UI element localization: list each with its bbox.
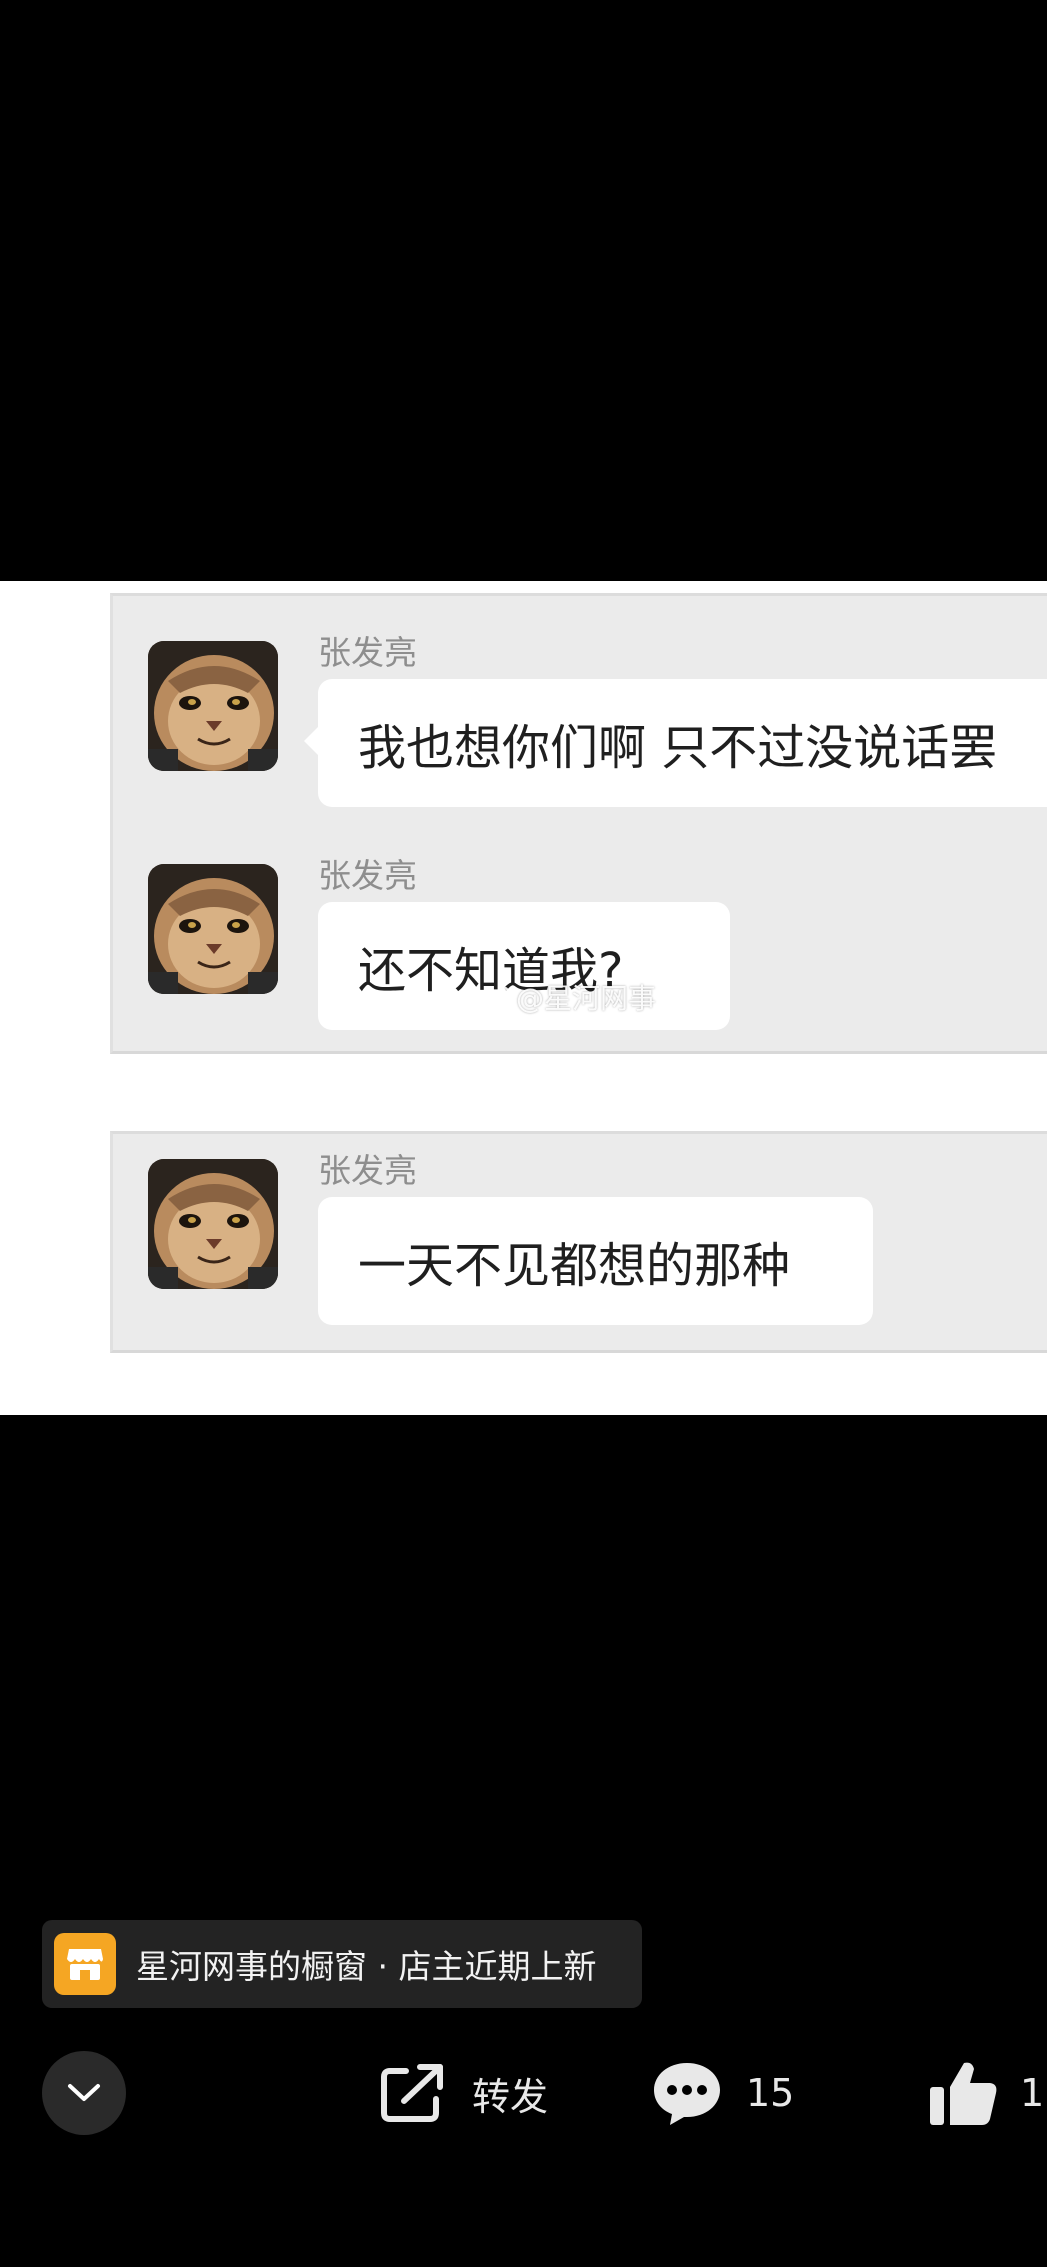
message-bubble: 我也想你们啊 只不过没说话罢 — [304, 679, 1047, 807]
collapse-button[interactable] — [42, 2051, 126, 2135]
cat-avatar-icon — [148, 641, 278, 771]
sender-name: 张发亮 — [318, 856, 417, 895]
watermark: @星河网事 — [478, 977, 656, 1017]
comment-count: 15 — [746, 2071, 795, 2115]
weibo-logo-icon — [479, 985, 511, 1011]
like-count: 11 — [1020, 2071, 1047, 2115]
storefront-icon — [54, 1933, 116, 1995]
cat-avatar-icon — [148, 1159, 278, 1289]
share-icon — [381, 2064, 443, 2122]
message-bubble: 一天不见都想的那种 — [318, 1197, 873, 1325]
chevron-down-icon — [68, 2084, 100, 2101]
repost-button[interactable]: 转发 — [378, 2055, 548, 2131]
sender-name: 张发亮 — [318, 1151, 417, 1190]
shop-banner-text: 星河网事的橱窗 · 店主近期上新 — [136, 1947, 597, 1986]
post-image[interactable]: 张发亮 我也想你们啊 只不过没说话罢 张发亮 还不知道我? 张发亮 一天不见都想… — [0, 581, 1047, 1415]
repost-label: 转发 — [472, 2074, 549, 2119]
shop-window-banner[interactable]: 星河网事的橱窗 · 店主近期上新 — [42, 1920, 642, 2008]
sender-avatar — [148, 1159, 278, 1289]
comment-button[interactable]: 15 — [650, 2055, 794, 2131]
comment-icon — [654, 2063, 720, 2125]
thumbs-up-icon — [930, 2062, 997, 2125]
sender-avatar — [148, 864, 278, 994]
like-button[interactable]: 11 — [928, 2055, 1047, 2131]
cat-avatar-icon — [148, 864, 278, 994]
sender-avatar — [148, 641, 278, 771]
watermark-text: @星河网事 — [516, 982, 657, 1015]
sender-name: 张发亮 — [318, 633, 417, 672]
chat-panel: 张发亮 一天不见都想的那种 — [110, 1131, 1047, 1353]
